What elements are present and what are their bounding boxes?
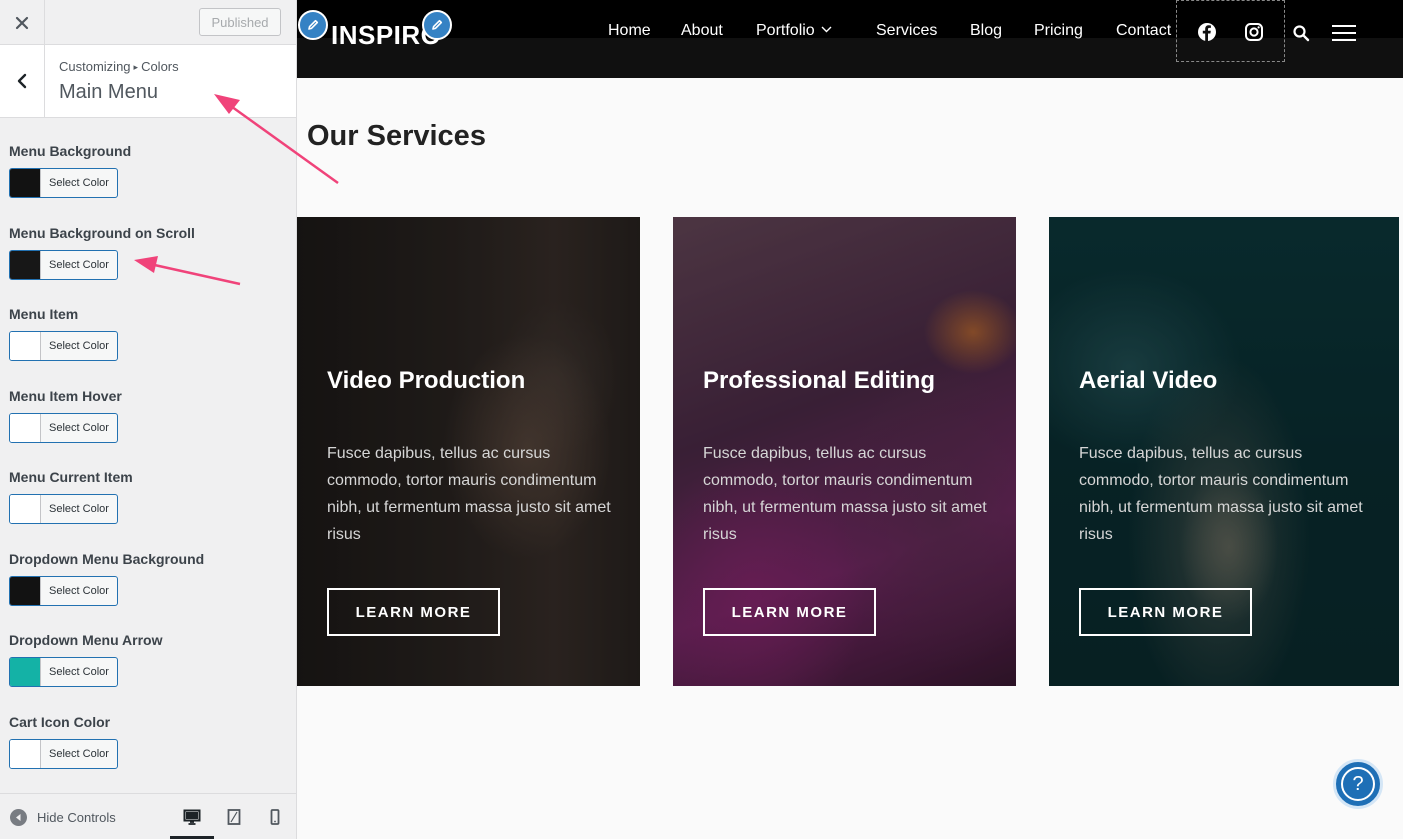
back-button[interactable] (0, 45, 45, 117)
color-swatch (10, 740, 41, 768)
color-swatch (10, 577, 41, 605)
select-color-label: Select Color (49, 422, 109, 434)
nav-item-home[interactable]: Home (608, 22, 651, 40)
select-color-button[interactable]: Select Color (9, 739, 118, 769)
control-label: Menu Current Item (9, 469, 133, 485)
select-color-label: Select Color (49, 748, 109, 760)
select-color-label: Select Color (49, 666, 109, 678)
select-color-button[interactable]: Select Color (9, 331, 118, 361)
control-label: Menu Background (9, 143, 132, 159)
mobile-icon (270, 809, 280, 825)
control-menu-item-hover: Menu Item Hover Select Color (9, 388, 122, 443)
service-card-video-production: Video Production Fusce dapibus, tellus a… (297, 217, 640, 686)
control-label: Dropdown Menu Background (9, 551, 205, 567)
preview-mobile-button[interactable] (260, 804, 290, 830)
question-mark-icon: ? (1341, 767, 1375, 801)
services-section-title: Our Services (307, 120, 486, 152)
pencil-icon (432, 19, 443, 30)
chevron-left-icon (17, 73, 27, 89)
control-dropdown-menu-arrow: Dropdown Menu Arrow Select Color (9, 632, 163, 687)
select-color-label: Select Color (49, 340, 109, 352)
breadcrumb: Customizing ▸ Colors (59, 59, 179, 74)
nav-item-pricing[interactable]: Pricing (1034, 22, 1083, 40)
select-color-label: Select Color (49, 177, 109, 189)
breadcrumb-section: Colors (141, 59, 179, 74)
search-icon[interactable] (1292, 24, 1310, 42)
control-label: Dropdown Menu Arrow (9, 632, 163, 648)
facebook-icon[interactable] (1197, 22, 1217, 42)
edit-shortcut-button[interactable] (422, 10, 452, 40)
control-menu-background: Menu Background Select Color (9, 143, 132, 198)
section-title: Main Menu (59, 81, 158, 103)
service-card-aerial-video: Aerial Video Fusce dapibus, tellus ac cu… (1049, 217, 1399, 686)
card-title: Video Production (327, 367, 526, 394)
nav-item-portfolio[interactable]: Portfolio (756, 22, 832, 40)
card-title: Professional Editing (703, 367, 936, 394)
preview-desktop-button[interactable] (170, 804, 214, 839)
card-description: Fusce dapibus, tellus ac cursus commodo,… (1079, 445, 1363, 543)
collapse-arrow-icon (10, 809, 27, 826)
published-button[interactable]: Published (199, 8, 281, 36)
select-color-label: Select Color (49, 585, 109, 597)
breadcrumb-root: Customizing (59, 59, 131, 74)
close-customizer-button[interactable] (0, 0, 45, 45)
learn-more-button[interactable]: LEARN MORE (703, 588, 876, 636)
nav-item-label: Portfolio (756, 22, 815, 39)
customizer-top-bar: Published (0, 0, 296, 45)
pencil-icon (308, 19, 319, 30)
nav-item-about[interactable]: About (681, 22, 723, 40)
control-dropdown-menu-background: Dropdown Menu Background Select Color (9, 551, 205, 606)
desktop-icon (183, 809, 201, 825)
control-menu-current-item: Menu Current Item Select Color (9, 469, 133, 524)
select-color-button[interactable]: Select Color (9, 413, 118, 443)
color-swatch (10, 495, 41, 523)
site-header: INSPIRO Home About Portfolio Services Bl… (297, 0, 1403, 78)
select-color-button[interactable]: Select Color (9, 494, 118, 524)
control-label: Menu Item Hover (9, 388, 122, 404)
hamburger-menu-icon[interactable] (1332, 24, 1356, 42)
control-label: Menu Item (9, 306, 79, 322)
nav-item-services[interactable]: Services (876, 22, 937, 40)
service-card-professional-editing: Professional Editing Fusce dapibus, tell… (673, 217, 1016, 686)
learn-more-button[interactable]: LEARN MORE (327, 588, 500, 636)
chevron-down-icon (821, 20, 832, 38)
site-preview: INSPIRO Home About Portfolio Services Bl… (297, 0, 1403, 839)
color-swatch (10, 251, 41, 279)
color-swatch (10, 658, 41, 686)
breadcrumb-separator: ▸ (133, 62, 139, 72)
nav-item-contact[interactable]: Contact (1116, 22, 1171, 40)
control-label: Cart Icon Color (9, 714, 111, 730)
card-description: Fusce dapibus, tellus ac cursus commodo,… (327, 445, 611, 543)
close-icon (15, 16, 29, 29)
control-menu-item: Menu Item Select Color (9, 306, 118, 361)
color-swatch (10, 414, 41, 442)
color-swatch (10, 169, 41, 197)
learn-more-button[interactable]: LEARN MORE (1079, 588, 1252, 636)
select-color-button[interactable]: Select Color (9, 168, 118, 198)
card-description: Fusce dapibus, tellus ac cursus commodo,… (703, 445, 987, 543)
select-color-label: Select Color (49, 503, 109, 515)
section-header: Customizing ▸ Colors Main Menu (0, 45, 296, 118)
tablet-icon (227, 809, 241, 825)
preview-tablet-button[interactable] (219, 804, 249, 830)
edit-shortcut-button[interactable] (298, 10, 328, 40)
control-cart-icon-color: Cart Icon Color Select Color (9, 714, 118, 769)
control-label: Menu Background on Scroll (9, 225, 195, 241)
select-color-button[interactable]: Select Color (9, 576, 118, 606)
nav-item-blog[interactable]: Blog (970, 22, 1002, 40)
hide-controls-label: Hide Controls (37, 810, 116, 825)
control-menu-background-on-scroll: Menu Background on Scroll Select Color (9, 225, 195, 280)
help-button[interactable]: ? (1333, 759, 1383, 809)
select-color-label: Select Color (49, 259, 109, 271)
instagram-icon[interactable] (1244, 22, 1264, 42)
customizer-sidebar: Published Customizing ▸ Colors Main Menu M… (0, 0, 297, 839)
card-title: Aerial Video (1079, 367, 1218, 394)
hide-controls-button[interactable]: Hide Controls (10, 809, 116, 826)
customizer-footer: Hide Controls (0, 793, 296, 839)
color-swatch (10, 332, 41, 360)
select-color-button[interactable]: Select Color (9, 250, 118, 280)
social-icons-widget[interactable] (1176, 0, 1285, 62)
select-color-button[interactable]: Select Color (9, 657, 118, 687)
